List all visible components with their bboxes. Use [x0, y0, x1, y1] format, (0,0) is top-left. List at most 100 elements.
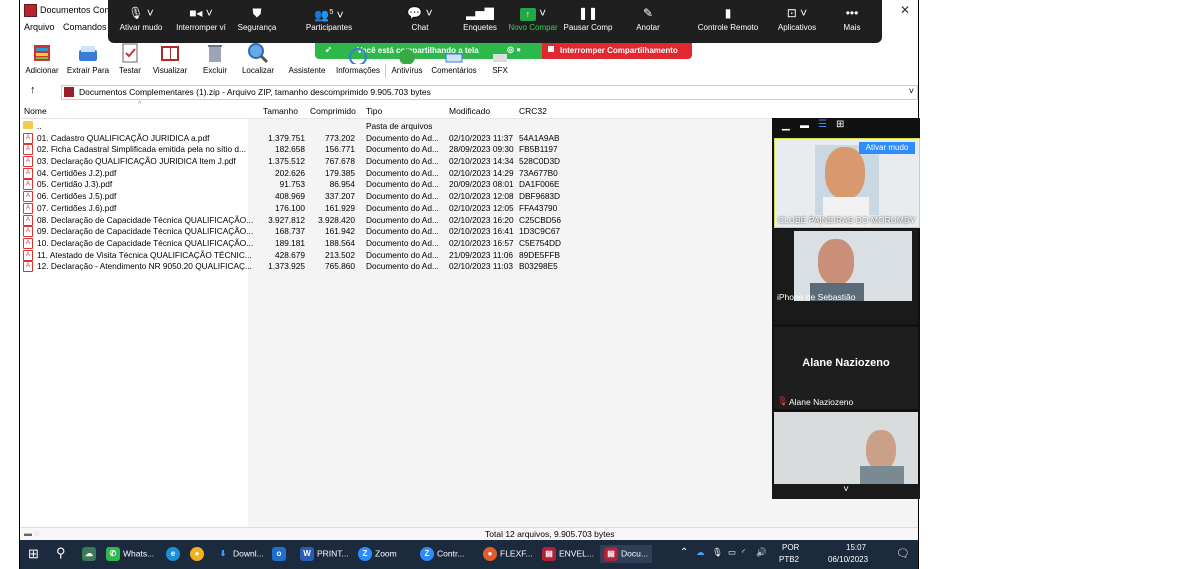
winrar-app-icon [24, 4, 37, 17]
tray-mic-icon[interactable]: 🎙 [712, 547, 723, 558]
sfx-button[interactable]: SFX [488, 42, 512, 75]
file-packed-size: 3.928.420 [318, 214, 355, 225]
outlook-icon: o [272, 547, 286, 561]
battery-icon[interactable]: ▭ [728, 547, 736, 558]
column-type[interactable]: Tipo [366, 106, 382, 116]
file-packed-size: 765.860 [325, 261, 355, 272]
file-name: 06. Certidões J.5).pdf [37, 191, 117, 202]
notification-icon[interactable]: 🗨 [896, 547, 910, 560]
find-button[interactable]: Localizar [238, 42, 278, 75]
toolbar-divider [385, 64, 386, 78]
taskbar-edge[interactable]: e [166, 547, 183, 561]
file-size: 1.373.925 [268, 261, 305, 272]
file-size: 1.375.512 [268, 156, 305, 167]
file-modified: 20/09/2023 08:01 [449, 179, 514, 190]
keyboard-layout[interactable]: PTB2 [779, 555, 799, 564]
taskbar-zoom[interactable]: Z Zoom [358, 547, 397, 561]
wifi-icon[interactable]: ◜ [742, 547, 745, 558]
widgets-icon[interactable]: ☁ [82, 547, 99, 561]
file-crc: DA1F006E [519, 179, 560, 190]
zoom-mute-button[interactable]: 🎙 ˅ Ativar mudo [116, 6, 166, 32]
drive-icon: ▬ ◌ [24, 529, 39, 538]
video-tile-alane[interactable]: Alane Naziozeno 🎙 Alane Naziozeno [774, 327, 918, 409]
strip-view-icon[interactable]: ☰ [818, 119, 827, 130]
zoom-remote-control-button[interactable]: ▮ Controle Remoto [696, 6, 760, 32]
column-crc[interactable]: CRC32 [519, 106, 547, 116]
column-name[interactable]: Nome [24, 106, 47, 116]
taskbar-envel[interactable]: ▤ ENVEL... [542, 547, 594, 561]
file-size: 3.927.812 [268, 214, 305, 225]
taskbar-docu[interactable]: ▤ Docu... [600, 545, 652, 563]
view-button[interactable]: Visualizar [148, 42, 192, 75]
gallery-controls: ▁ ▬ ☰ ⊞ [772, 118, 920, 136]
search-icon[interactable]: ⚲ [56, 545, 66, 561]
file-name: 02. Ficha Cadastral Simplificada emitida… [37, 144, 246, 155]
taskbar-downloads[interactable]: ⬇ Downl... [216, 547, 264, 561]
taskbar-outlook[interactable]: o [272, 547, 289, 561]
file-name: 12. Declaração - Atendimento NR 9050.20 … [37, 261, 252, 272]
volume-icon[interactable]: 🔊 [756, 547, 767, 558]
participant-name: iPhone de Sebastião [777, 292, 856, 302]
speaker-view-icon[interactable]: ▬ [800, 120, 809, 130]
taskbar-zoom-control[interactable]: Z Contr... [420, 547, 464, 561]
up-arrow-icon[interactable]: ↑ [30, 84, 36, 96]
column-size[interactable]: Tamanho [263, 106, 298, 116]
info-button[interactable]: Informações [333, 42, 383, 75]
wizard-icon [296, 42, 318, 64]
file-crc: 528C0D3D [519, 156, 561, 167]
stop-sharing-button[interactable]: Interromper Compartilhamento [542, 43, 692, 59]
file-type: Documento do Ad... [366, 144, 439, 155]
video-tile-fourth[interactable] [774, 412, 918, 484]
column-packed[interactable]: Comprimido [310, 106, 356, 116]
antivirus-button[interactable]: Antivírus [388, 42, 426, 75]
wizard-button[interactable]: Assistente [281, 42, 333, 75]
winrar-window: Documentos Comp ⧉ ✕ Arquivo Comandos 🎙 ˅… [19, 0, 920, 569]
zoom-security-button[interactable]: ⛊ Segurança [233, 6, 281, 32]
zoom-participants-button[interactable]: 👥5 ˅ Participantes [298, 6, 360, 32]
unmute-request-button[interactable]: Ativar mudo [859, 142, 915, 154]
delete-button[interactable]: Excluir [197, 42, 233, 75]
menu-comandos[interactable]: Comandos [63, 22, 107, 32]
file-crc: FB5B1197 [519, 144, 558, 155]
zoom-apps-button[interactable]: ⊡ ˅ Aplicativos [774, 6, 820, 32]
menu-arquivo[interactable]: Arquivo [24, 22, 55, 32]
video-tile-clube[interactable]: Ativar mudo CLUBE PAINEIRAS DO MORUMBY [774, 138, 920, 228]
file-type: Documento do Ad... [366, 156, 439, 167]
column-modified[interactable]: Modificado [449, 106, 490, 116]
zoom-new-share-button[interactable]: ↑ ˅ Novo Compar [508, 6, 558, 32]
sfx-icon [493, 54, 507, 62]
zoom-polls-button[interactable]: ▂▅▇ Enquetes [458, 6, 502, 32]
zoom-chat-button[interactable]: 💬 ˅ Chat [400, 6, 440, 32]
taskbar-chrome[interactable]: ● [190, 547, 207, 561]
address-text: Documentos Complementares (1).zip - Arqu… [79, 87, 431, 97]
video-tile-sebastiao[interactable]: iPhone de Sebastião [774, 229, 918, 324]
zoom-more-button[interactable]: ••• Mais [838, 6, 866, 32]
add-button[interactable]: Adicionar [22, 42, 62, 75]
windows-start-icon[interactable]: ⊞ [28, 546, 39, 562]
poll-icon: ▂▅▇ [466, 6, 494, 20]
file-name: .. [37, 121, 42, 131]
clock-date[interactable]: 06/10/2023 [828, 555, 868, 564]
file-crc: 54A1A9AB [519, 132, 560, 143]
chevron-down-icon[interactable]: ˅ [909, 86, 914, 96]
language-indicator[interactable]: POR [782, 543, 799, 552]
close-icon[interactable]: ✕ [900, 3, 910, 17]
comments-button[interactable]: Comentários [428, 42, 480, 75]
gallery-scroll-down-icon[interactable]: ˅ [772, 484, 920, 499]
extract-to-button[interactable]: Extrair Para [62, 42, 114, 75]
taskbar-whatsapp[interactable]: ✆ Whats... [106, 547, 154, 561]
zoom-video-button[interactable]: ■◂ ˅ Interromper ví [171, 6, 231, 32]
minimize-icon[interactable]: ▁ [782, 120, 790, 131]
clock-time[interactable]: 15:07 [846, 543, 866, 552]
taskbar-word[interactable]: W PRINT... [300, 547, 349, 561]
onedrive-icon[interactable]: ☁ [696, 547, 705, 558]
test-button[interactable]: Testar [115, 42, 145, 75]
tray-overflow-icon[interactable]: ⌃ [680, 547, 688, 558]
comment-icon [445, 53, 463, 63]
address-bar[interactable]: Documentos Complementares (1).zip - Arqu… [61, 85, 918, 100]
zoom-annotate-button[interactable]: ✎ Anotar [630, 6, 666, 32]
taskbar-flexf[interactable]: ● FLEXF... [483, 547, 533, 561]
grid-view-icon[interactable]: ⊞ [836, 119, 844, 130]
zoom-pause-share-button[interactable]: ❚❚ Pausar Comp [563, 6, 613, 32]
file-type: Pasta de arquivos [366, 121, 433, 131]
